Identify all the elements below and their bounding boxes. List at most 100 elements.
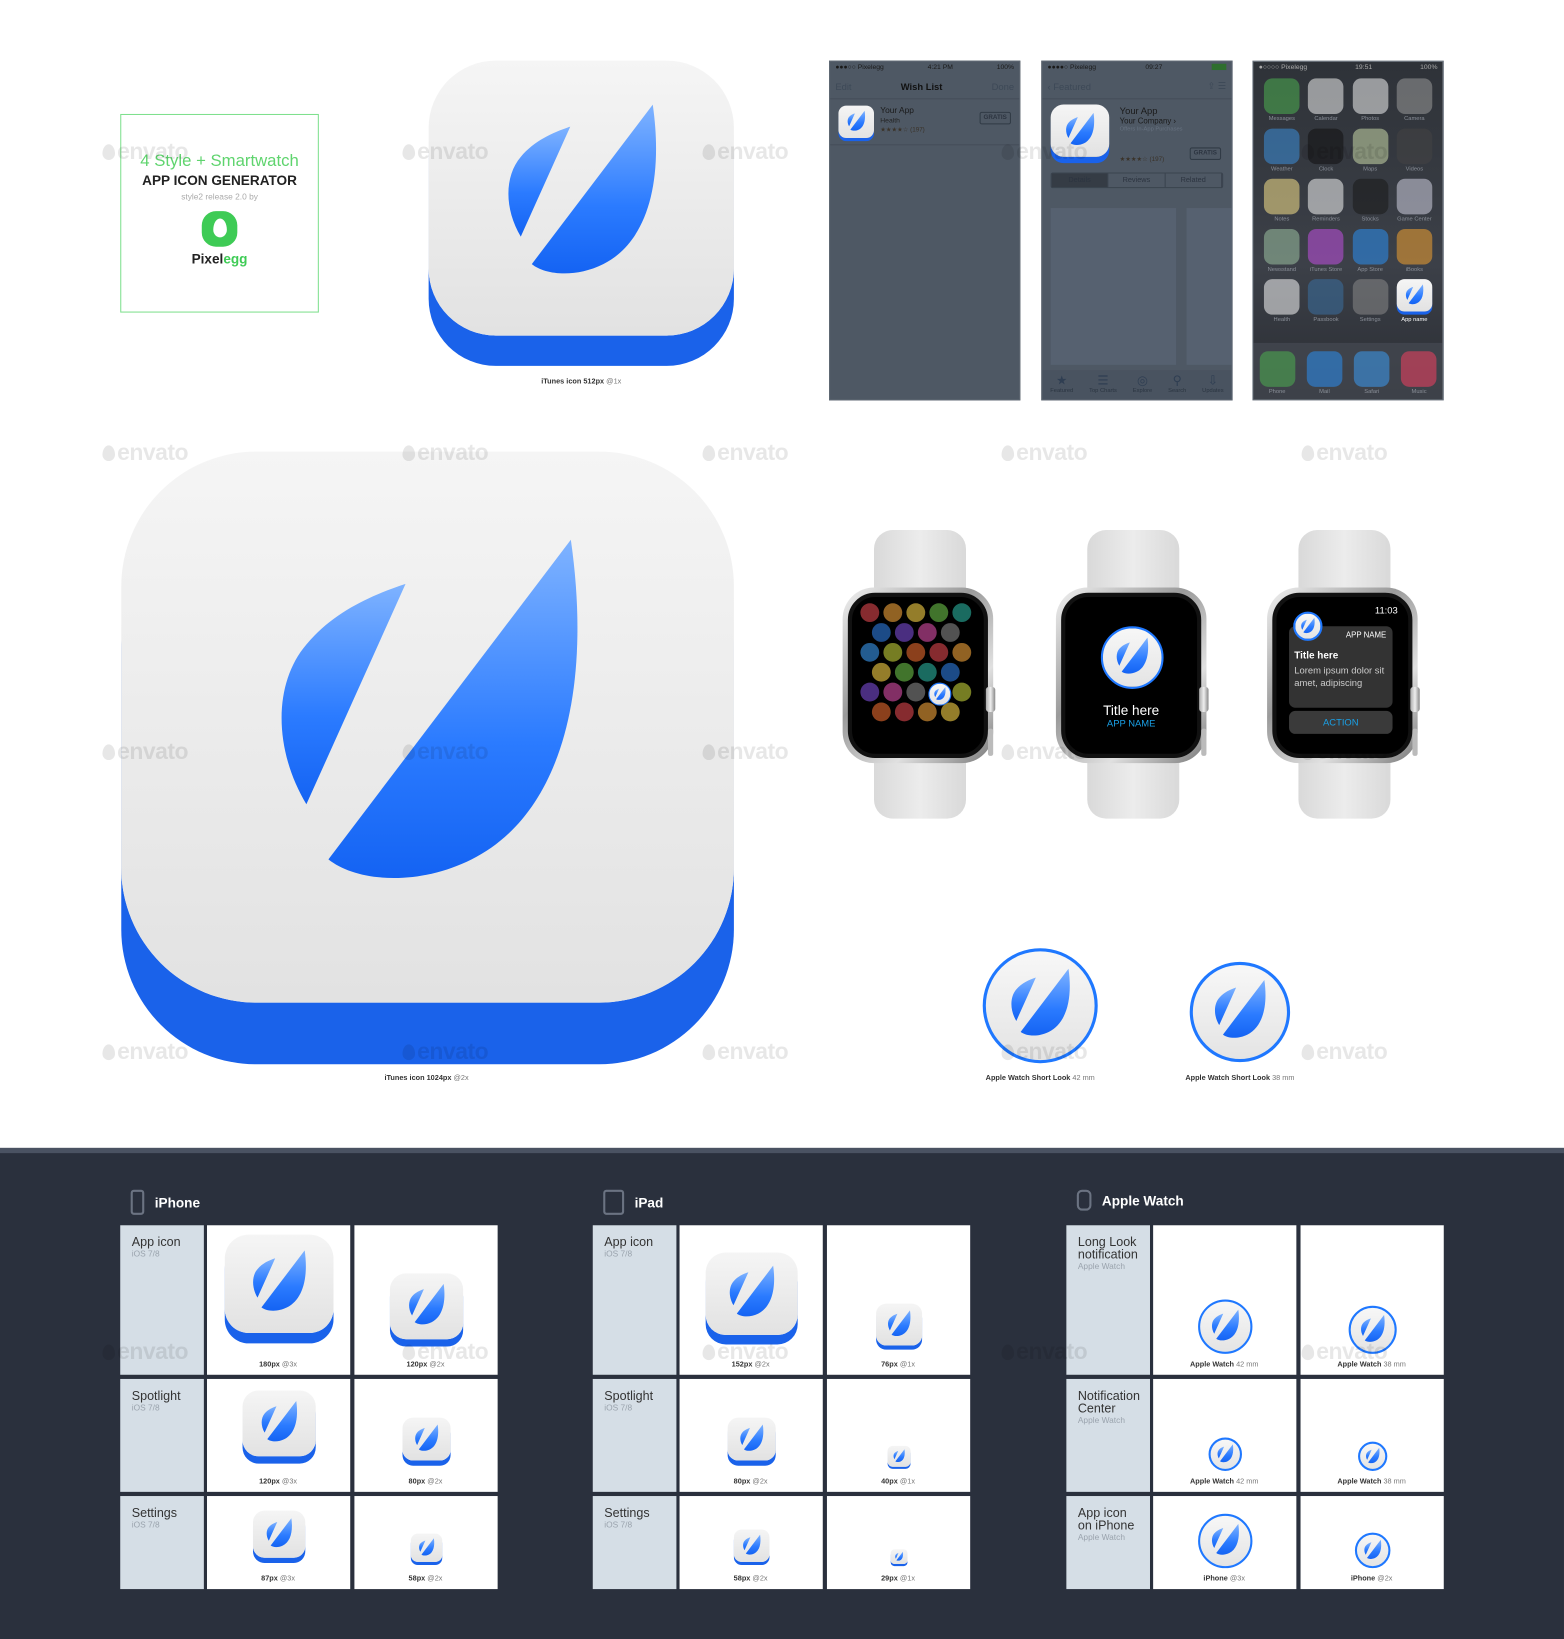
app-weather[interactable]: Weather bbox=[1262, 128, 1302, 172]
app-bubble[interactable] bbox=[894, 702, 914, 722]
tab-reviews[interactable]: Reviews bbox=[1109, 173, 1166, 188]
app-bubble[interactable] bbox=[871, 662, 891, 682]
app-app-name[interactable]: App name bbox=[1394, 279, 1434, 323]
app-camera[interactable]: Camera bbox=[1394, 78, 1434, 122]
app-label: Stocks bbox=[1361, 216, 1379, 223]
tab-details[interactable]: Details bbox=[1051, 173, 1109, 188]
app-settings[interactable]: Settings bbox=[1350, 279, 1390, 323]
tab-related[interactable]: Related bbox=[1165, 173, 1223, 188]
tab-search[interactable]: ⚲ Search bbox=[1168, 373, 1186, 399]
app-icon bbox=[1354, 1532, 1390, 1569]
promo-release: style2 release 2.0 by bbox=[181, 192, 258, 202]
app-newsstand[interactable]: Newsstand bbox=[1262, 228, 1302, 273]
tab-featured[interactable]: ★ Featured bbox=[1050, 373, 1073, 399]
app-bubble[interactable] bbox=[917, 662, 937, 682]
app-bubble[interactable] bbox=[940, 702, 960, 722]
app-mail[interactable]: Mail bbox=[1305, 351, 1345, 399]
rating: ★★★★☆ (197) bbox=[880, 127, 925, 134]
app-music[interactable]: Music bbox=[1399, 351, 1439, 399]
app-bubble[interactable] bbox=[883, 642, 903, 662]
app-notes[interactable]: Notes bbox=[1262, 178, 1302, 223]
action-button[interactable]: ACTION bbox=[1289, 710, 1393, 734]
size-caption: 120px @3x bbox=[259, 1478, 297, 1485]
app-grid: Messages Calendar Photos Camera Weather Clock… bbox=[1253, 74, 1442, 323]
done-button[interactable]: Done bbox=[992, 81, 1014, 91]
caption-scale: 42 mm bbox=[1072, 1074, 1095, 1083]
app-phone[interactable]: Phone bbox=[1257, 351, 1297, 399]
row-label: Settings iOS 7/8 bbox=[120, 1496, 204, 1590]
envato-watermark: envato bbox=[703, 439, 789, 466]
app-bubble[interactable] bbox=[917, 623, 937, 642]
app-icon bbox=[1308, 228, 1344, 265]
app-bubble[interactable] bbox=[860, 642, 880, 662]
watch-notification: 11:03 APP NAME Title here Lorem ipsum do… bbox=[1267, 530, 1424, 819]
app-ibooks[interactable]: iBooks bbox=[1394, 228, 1434, 273]
app-bubble[interactable] bbox=[929, 642, 949, 662]
app-bubble[interactable] bbox=[906, 682, 926, 702]
app-icon-round[interactable] bbox=[928, 682, 952, 706]
tab-updates[interactable]: ⇩ Updates bbox=[1202, 373, 1223, 399]
app-bubble[interactable] bbox=[894, 662, 914, 682]
tab-explore[interactable]: ◎ Explore bbox=[1133, 373, 1153, 399]
size-caption: 80px @2x bbox=[734, 1478, 768, 1485]
screenshot-placeholder bbox=[1050, 208, 1177, 365]
app-game-center[interactable]: Game Center bbox=[1394, 178, 1434, 223]
segmented-control: Details Reviews Related bbox=[1050, 172, 1224, 189]
app-stocks[interactable]: Stocks bbox=[1350, 178, 1390, 223]
app-icon bbox=[1396, 279, 1433, 312]
app-bubble[interactable] bbox=[894, 623, 914, 642]
promo-title: APP ICON GENERATOR bbox=[142, 172, 297, 189]
app-itunes-store[interactable]: iTunes Store bbox=[1306, 228, 1346, 273]
size-caption: iPhone @2x bbox=[1351, 1575, 1393, 1582]
size-label: iPhone bbox=[1203, 1575, 1228, 1583]
clock: 19:51 bbox=[1355, 63, 1373, 72]
app-icon bbox=[1264, 128, 1300, 165]
company-link[interactable]: Your Company › bbox=[1120, 116, 1183, 126]
app-category: Health bbox=[880, 117, 900, 125]
app-label: Mail bbox=[1319, 388, 1330, 396]
app-reminders[interactable]: Reminders bbox=[1306, 178, 1346, 223]
app-health[interactable]: Health bbox=[1262, 279, 1302, 323]
back-button[interactable]: ‹ Featured bbox=[1048, 81, 1091, 91]
app-app-store[interactable]: App Store bbox=[1350, 228, 1390, 273]
app-bubble[interactable] bbox=[952, 682, 972, 702]
app-bubble[interactable] bbox=[940, 623, 960, 642]
app-bubble[interactable] bbox=[952, 603, 972, 623]
app-label: Photos bbox=[1361, 116, 1380, 123]
app-icon bbox=[1308, 279, 1344, 315]
list-item[interactable]: Your App Health ★★★★☆ (197) GRATIS bbox=[830, 99, 1020, 146]
price-button[interactable]: GRATIS bbox=[1189, 147, 1222, 160]
envato-watermark: envato bbox=[1002, 439, 1088, 466]
app-messages[interactable]: Messages bbox=[1262, 78, 1302, 122]
price-button[interactable]: GRATIS bbox=[979, 111, 1011, 125]
app-bubble[interactable] bbox=[860, 682, 880, 702]
app-passbook[interactable]: Passbook bbox=[1306, 279, 1346, 323]
app-videos[interactable]: Videos bbox=[1394, 128, 1434, 172]
edit-button[interactable]: Edit bbox=[835, 81, 851, 91]
glance-title: Title here bbox=[1103, 702, 1160, 719]
tab-top-charts[interactable]: ☰ Top Charts bbox=[1089, 373, 1117, 399]
preview-sheet: 4 Style + Smartwatch APP ICON GENERATOR … bbox=[0, 0, 1564, 1639]
app-bubble[interactable] bbox=[906, 642, 926, 662]
app-bubble[interactable] bbox=[871, 623, 891, 642]
watch-screen: 11:03 APP NAME Title here Lorem ipsum do… bbox=[1272, 592, 1413, 758]
app-calendar[interactable]: Calendar bbox=[1306, 78, 1346, 122]
app-safari[interactable]: Safari bbox=[1352, 351, 1392, 399]
caption-bold: iTunes icon 512px bbox=[541, 378, 605, 386]
app-bubble[interactable] bbox=[952, 642, 972, 662]
app-icon bbox=[705, 1252, 798, 1336]
app-bubble[interactable] bbox=[940, 662, 960, 682]
row-label: Spotlight iOS 7/8 bbox=[120, 1378, 204, 1492]
app-bubble[interactable] bbox=[871, 702, 891, 722]
app-bubble[interactable] bbox=[906, 603, 926, 623]
app-photos[interactable]: Photos bbox=[1350, 78, 1390, 122]
app-bubble[interactable] bbox=[883, 603, 903, 623]
app-bubble[interactable] bbox=[917, 702, 937, 722]
tab-label: Featured bbox=[1050, 387, 1074, 395]
app-bubble[interactable] bbox=[883, 682, 903, 702]
share-icon[interactable]: ⇪ ☰ bbox=[1207, 80, 1226, 91]
row-title: App icon on iPhone bbox=[1077, 1505, 1135, 1533]
device-name: iPad bbox=[634, 1194, 664, 1211]
app-bubble[interactable] bbox=[929, 603, 949, 623]
app-bubble[interactable] bbox=[860, 603, 880, 623]
